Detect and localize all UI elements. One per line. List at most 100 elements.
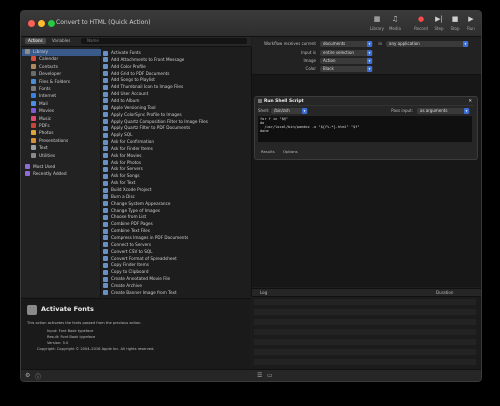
category-item[interactable]: Music — [31, 115, 51, 123]
terminal-icon — [258, 98, 262, 103]
category-item[interactable]: Mail — [31, 100, 48, 108]
chevron-down-icon: ▾ — [464, 108, 469, 114]
tab-options[interactable]: Options — [283, 149, 298, 154]
action-icon — [103, 50, 108, 56]
action-title: Run Shell Script ✕ — [258, 98, 474, 106]
in-label: in — [378, 41, 382, 46]
category-item[interactable]: Fonts — [31, 86, 51, 93]
action-icon — [103, 276, 108, 282]
step-toolbar-button[interactable]: ▶| Step — [431, 15, 447, 31]
category-item[interactable]: Contacts — [31, 63, 58, 71]
action-label: Apply ColorSync Profile to Images — [111, 111, 182, 117]
action-icon — [103, 290, 108, 296]
category-item[interactable]: Movies — [31, 108, 54, 115]
category-item[interactable]: Calendar — [31, 56, 58, 63]
category-item[interactable]: Photos — [31, 130, 54, 137]
category-item[interactable]: Internet — [31, 93, 56, 100]
log-row — [254, 319, 476, 325]
image-select[interactable]: Action ▾ — [320, 58, 373, 64]
action-list: Activate Fonts Add Attachments to Front M… — [101, 47, 252, 297]
run-toolbar-button[interactable]: ▶ Run — [463, 15, 479, 31]
duration-column-header[interactable]: Duration — [436, 290, 453, 295]
category-icon — [31, 152, 36, 158]
close-window-button[interactable] — [28, 20, 35, 27]
workflow-view-icon[interactable]: ▭ — [267, 372, 273, 379]
tab-results[interactable]: Results — [261, 149, 275, 154]
category-label: Internet — [39, 94, 57, 100]
close-action-icon[interactable]: ✕ — [468, 98, 472, 105]
action-icon — [103, 160, 108, 166]
category-icon — [31, 137, 36, 143]
pass-input-label: Pass input: — [391, 108, 413, 113]
action-item[interactable]: Create Banner Image from Text — [103, 289, 177, 296]
action-label: Copy to Clipboard — [111, 269, 149, 275]
category-item[interactable]: Presentations — [31, 137, 69, 145]
action-label: Burn a Disc — [111, 193, 135, 199]
action-label: Add Thumbnail Icon to Image Files — [111, 84, 184, 90]
list-view-icon[interactable]: ☰ — [257, 372, 262, 379]
action-label: Ask for Servers — [111, 166, 143, 172]
category-item[interactable]: Developer — [31, 71, 61, 78]
log-row — [254, 299, 476, 305]
minimize-window-button[interactable] — [38, 20, 45, 27]
action-label: Apply Quartz Filter to PDF Documents — [111, 125, 191, 131]
log-row — [254, 359, 476, 365]
run-icon: ▶ — [468, 15, 474, 23]
chevron-down-icon: ▾ — [367, 41, 372, 47]
receives-select[interactable]: documents ▾ — [320, 41, 373, 47]
category-icon — [31, 130, 36, 136]
action-icon — [103, 112, 108, 118]
action-label: Add Attachments to Front Message — [111, 56, 185, 62]
shell-label: Shell: — [258, 108, 270, 113]
tab-variables[interactable]: Variables — [49, 38, 73, 44]
library-search-input[interactable]: Name — [81, 38, 247, 44]
stop-toolbar-button[interactable]: ■ Stop — [447, 15, 463, 31]
image-label: Image — [303, 58, 316, 63]
category-label: Presentations — [39, 138, 69, 144]
input-is-select[interactable]: entire selection ▾ — [320, 50, 373, 56]
action-icon — [103, 139, 108, 145]
color-select[interactable]: Black ▾ — [320, 66, 373, 72]
category-item[interactable]: PDFs — [31, 123, 50, 130]
category-item[interactable]: Recently Added — [25, 171, 67, 178]
action-label: Combine Text Files — [111, 228, 150, 234]
workflow-area: Workflow receives current documents ▾ in … — [252, 37, 481, 287]
action-icon — [103, 84, 108, 90]
action-icon — [103, 262, 108, 268]
action-icon — [103, 214, 108, 220]
category-item[interactable]: Text — [31, 145, 48, 152]
category-item[interactable]: Files & Folders — [31, 78, 70, 86]
script-editor[interactable]: for f in "$@" do /usr/local/bin/pandoc -… — [258, 116, 472, 142]
log-row — [254, 349, 476, 355]
pass-input-select[interactable]: as arguments ▾ — [417, 108, 470, 114]
action-icon — [103, 180, 108, 186]
settings-icon[interactable]: ⚙ — [25, 372, 30, 379]
category-item[interactable]: Library — [22, 49, 101, 56]
zoom-window-button[interactable] — [48, 20, 55, 27]
tab-actions[interactable]: Actions — [25, 38, 46, 44]
action-icon — [103, 71, 108, 77]
info-icon[interactable]: ⓘ — [35, 372, 41, 381]
action-label: Choose from List — [111, 214, 147, 220]
stop-icon: ■ — [451, 15, 459, 23]
action-label: Copy Finder Items — [111, 262, 149, 268]
library-toolbar-button[interactable]: ▦ Library — [369, 15, 385, 31]
action-icon — [103, 235, 108, 241]
shell-select[interactable]: /bin/zsh ▾ — [271, 108, 308, 114]
action-icon — [103, 256, 108, 261]
action-icon — [103, 166, 108, 172]
category-item[interactable]: Utilities — [31, 152, 55, 160]
log-row — [254, 329, 476, 335]
color-label: Color — [305, 66, 316, 71]
media-toolbar-button[interactable]: ♫ Media — [387, 15, 403, 31]
action-label: Ask for Finder Items — [111, 145, 153, 151]
run-shell-script-action[interactable]: Run Shell Script ✕ Shell: /bin/zsh ▾ Pass… — [254, 96, 478, 160]
application-select[interactable]: any application ▾ — [386, 41, 469, 47]
record-toolbar-button[interactable]: ● Record — [413, 15, 429, 31]
input-is-label: Input is — [301, 50, 316, 55]
category-list: Library Calendar Contacts Developer Files & … — [21, 47, 101, 297]
category-icon — [31, 100, 36, 106]
action-label: Ask for Movies — [111, 152, 142, 158]
log-column-header[interactable]: Log — [260, 290, 267, 295]
category-item[interactable]: Most Used — [25, 164, 55, 171]
